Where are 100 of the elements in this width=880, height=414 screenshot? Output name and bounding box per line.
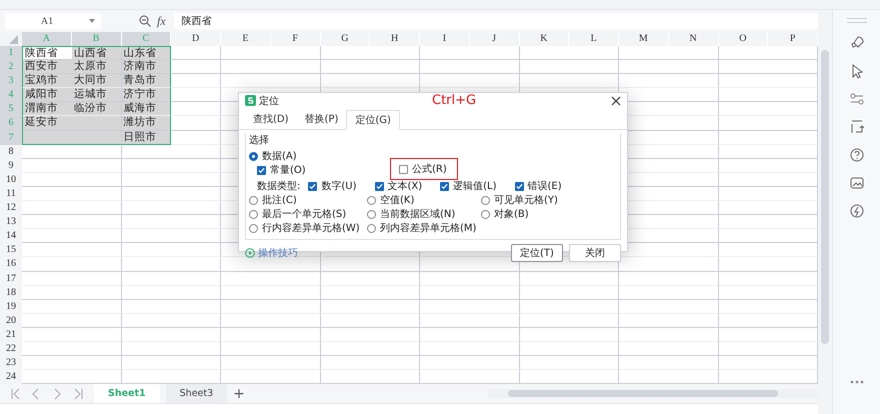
next-sheet-icon[interactable] xyxy=(52,388,63,400)
row-header[interactable]: 21 xyxy=(0,328,22,342)
row-header[interactable]: 14 xyxy=(0,229,22,244)
row-header[interactable]: 18 xyxy=(0,286,22,300)
checkbox[interactable] xyxy=(514,182,524,190)
row-header[interactable]: 13 xyxy=(0,215,22,230)
checkbox-option[interactable]: 数字(U) xyxy=(308,179,356,193)
formula-input[interactable]: 陕西省 xyxy=(174,13,818,29)
caret-icon[interactable] xyxy=(89,19,95,23)
dialog-tab[interactable]: 定位(G) xyxy=(346,110,400,130)
radio-button[interactable] xyxy=(481,210,490,218)
row-header[interactable]: 16 xyxy=(0,257,22,272)
checkbox-option[interactable]: 文本(X) xyxy=(374,179,422,193)
table-cell xyxy=(668,342,718,356)
checkbox[interactable] xyxy=(374,182,384,190)
play-circle-icon[interactable] xyxy=(245,248,255,258)
column-header[interactable]: O xyxy=(718,32,768,46)
table-cell xyxy=(470,300,520,314)
column-header[interactable]: D xyxy=(171,32,221,46)
row-header[interactable]: 19 xyxy=(0,300,22,314)
row-header[interactable]: 11 xyxy=(0,186,22,202)
row-header[interactable]: 8 xyxy=(0,144,22,159)
table-cell: 大同市 xyxy=(72,74,122,88)
sheet-tab[interactable]: Sheet3 xyxy=(166,384,228,403)
vertical-scrollbar[interactable] xyxy=(818,10,832,414)
radio-option[interactable]: 批注(C) xyxy=(249,193,367,207)
dialog-button[interactable]: 定位(T) xyxy=(511,244,563,262)
close-icon[interactable] xyxy=(611,96,621,106)
dialog-tab[interactable]: 替换(P) xyxy=(296,110,346,129)
radio-button[interactable] xyxy=(249,152,258,160)
image-icon[interactable] xyxy=(848,175,864,191)
lightning-icon[interactable] xyxy=(848,203,864,219)
column-header[interactable]: P xyxy=(768,32,818,46)
checkbox[interactable] xyxy=(440,182,450,190)
radio-button[interactable] xyxy=(249,224,258,232)
row-header[interactable]: 12 xyxy=(0,201,22,216)
table-cell xyxy=(569,300,619,314)
table-cell xyxy=(72,158,122,173)
checkbox[interactable] xyxy=(399,164,408,174)
horizontal-scrollbar[interactable] xyxy=(488,389,818,398)
dialog-button[interactable]: 关闭 xyxy=(569,244,621,262)
checkbox[interactable] xyxy=(308,182,318,190)
row-header[interactable]: 17 xyxy=(0,272,22,286)
radio-option[interactable]: 可见单元格(Y) xyxy=(481,193,620,207)
more-icon[interactable] xyxy=(850,380,864,384)
table-cell xyxy=(470,272,520,286)
column-header[interactable]: N xyxy=(668,32,718,46)
transpose-icon[interactable] xyxy=(848,119,864,135)
column-header[interactable]: M xyxy=(619,32,669,46)
radio-option[interactable]: 当前数据区域(N) xyxy=(367,207,481,221)
drag-handle-icon[interactable] xyxy=(846,18,866,23)
radio-button[interactable] xyxy=(481,196,490,204)
radio-button[interactable] xyxy=(249,196,258,204)
row-header[interactable]: 24 xyxy=(0,370,22,384)
row-header[interactable]: 15 xyxy=(0,243,22,258)
table-cell xyxy=(72,257,122,272)
radio-option[interactable]: 行内容差异单元格(W) xyxy=(249,221,367,235)
column-header[interactable]: I xyxy=(420,32,470,46)
scrollbar-thumb[interactable] xyxy=(821,50,829,344)
first-sheet-icon[interactable] xyxy=(10,388,21,400)
table-cell xyxy=(370,328,420,342)
table-cell xyxy=(668,300,718,314)
column-header[interactable]: F xyxy=(270,32,320,46)
dialog-tab[interactable]: 查找(D) xyxy=(245,110,297,129)
column-header[interactable]: K xyxy=(520,32,570,46)
radio-option[interactable]: 对象(B) xyxy=(481,207,620,221)
row-header[interactable]: 9 xyxy=(0,158,22,173)
option-label: 批注(C) xyxy=(262,194,297,207)
table-cell xyxy=(668,257,718,272)
name-box[interactable]: A1 xyxy=(5,13,101,29)
radio-button[interactable] xyxy=(249,210,258,218)
radio-option[interactable]: 最后一个单元格(S) xyxy=(249,207,367,221)
column-header[interactable]: H xyxy=(370,32,420,46)
radio-button[interactable] xyxy=(367,196,376,204)
column-header[interactable]: G xyxy=(320,32,370,46)
checkbox-option[interactable]: 常量(O) xyxy=(257,163,391,177)
help-icon[interactable] xyxy=(848,147,864,163)
checkbox-option[interactable]: 逻辑值(L) xyxy=(440,179,497,193)
insert-function-button[interactable]: fx xyxy=(157,14,166,28)
scrollbar-thumb[interactable] xyxy=(508,390,778,398)
app-logo-icon[interactable] xyxy=(245,95,256,106)
table-cell: 日照市 xyxy=(122,130,172,145)
checkbox[interactable] xyxy=(257,166,266,174)
radio-option[interactable]: 空值(K) xyxy=(367,193,481,207)
radio-option[interactable]: 列内容差异单元格(M) xyxy=(367,221,481,235)
row-header[interactable]: 22 xyxy=(0,342,22,356)
zoom-out-icon[interactable] xyxy=(139,15,151,27)
last-sheet-icon[interactable] xyxy=(73,388,84,400)
column-header[interactable]: E xyxy=(221,32,271,46)
column-header[interactable]: L xyxy=(569,32,619,46)
slider-icon[interactable] xyxy=(848,91,864,107)
row-header[interactable]: 10 xyxy=(0,172,22,187)
radio-button[interactable] xyxy=(367,210,376,218)
add-sheet-button[interactable]: + xyxy=(233,386,245,401)
column-header[interactable]: J xyxy=(470,32,520,46)
radio-button[interactable] xyxy=(367,224,376,232)
row-header[interactable]: 23 xyxy=(0,356,22,370)
table-cell xyxy=(72,186,122,202)
row-header[interactable]: 20 xyxy=(0,314,22,328)
checkbox-option[interactable]: 错误(E) xyxy=(514,179,562,193)
